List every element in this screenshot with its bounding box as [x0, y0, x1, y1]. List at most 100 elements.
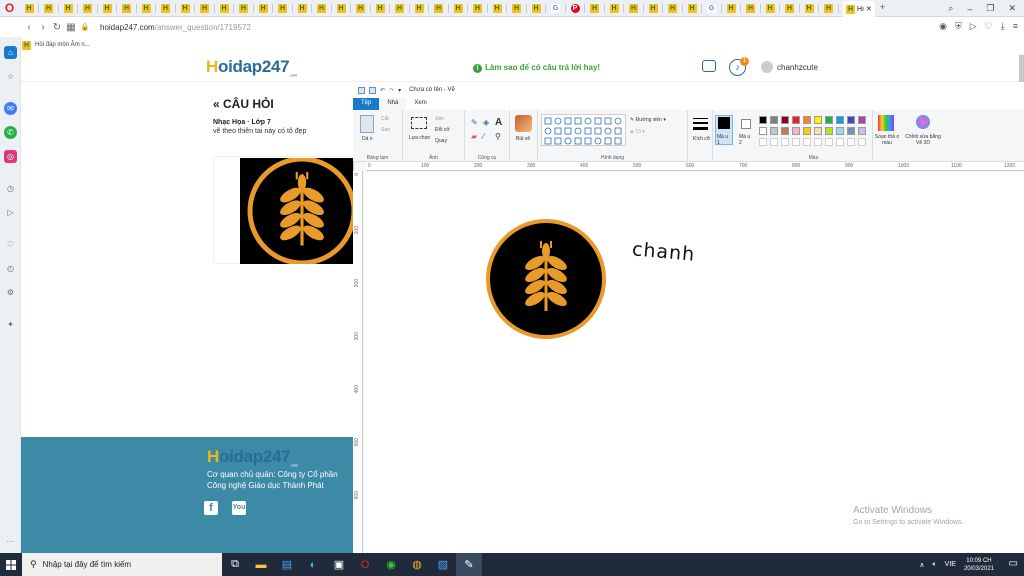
browser-tab[interactable]: G — [549, 2, 563, 15]
youtube-icon[interactable]: You — [232, 501, 246, 515]
browser-tab[interactable]: H — [432, 2, 446, 15]
browser-tab[interactable]: H — [685, 2, 699, 15]
browser-tab[interactable]: H — [100, 2, 114, 15]
edge-icon[interactable]: ◐ — [300, 553, 326, 576]
volume-icon[interactable]: 🔈︎ — [932, 561, 936, 569]
site-logo[interactable]: Hoidap247.com — [206, 57, 297, 77]
palette-swatch[interactable] — [858, 116, 866, 124]
question-image[interactable] — [240, 158, 355, 264]
browser-tab[interactable]: H — [666, 2, 680, 15]
brush-icon[interactable] — [515, 115, 532, 132]
fill-button[interactable]: ◈ Tô ▾ — [630, 129, 645, 135]
clock-icon[interactable]: ◷ — [4, 182, 17, 195]
outline-button[interactable]: ✎ Đường viền ▾ — [630, 117, 666, 123]
question-subject[interactable]: Nhạc Họa · Lớp 7 — [213, 119, 306, 126]
whatsapp-icon[interactable]: ✆ — [4, 126, 17, 139]
text-tool-icon[interactable]: A — [495, 117, 502, 128]
palette-swatch[interactable] — [792, 116, 800, 124]
bulb-icon[interactable]: ✦ — [4, 318, 17, 331]
language-indicator[interactable]: VIE — [945, 561, 956, 568]
crop-button[interactable]: Xén — [435, 116, 444, 122]
shape-option[interactable] — [604, 117, 612, 125]
play-icon[interactable]: ▷ — [970, 21, 977, 32]
shape-option[interactable] — [564, 117, 572, 125]
palette-empty-swatch[interactable] — [814, 138, 822, 146]
browser-tab[interactable]: H — [139, 2, 153, 15]
browser-tab[interactable]: H — [373, 2, 387, 15]
paint-canvas[interactable] — [364, 172, 1024, 553]
palette-empty-swatch[interactable] — [792, 138, 800, 146]
fill-bucket-icon[interactable]: ◈ — [483, 118, 489, 127]
more-icon[interactable]: ··· — [4, 535, 17, 548]
settings-icon[interactable]: ⚙ — [4, 286, 17, 299]
palette-empty-swatch[interactable] — [803, 138, 811, 146]
magnifier-icon[interactable]: ⚲ — [495, 132, 501, 141]
browser-tab[interactable]: G — [705, 2, 719, 15]
palette-swatch[interactable] — [847, 116, 855, 124]
username[interactable]: chanhzcute — [777, 63, 818, 72]
browser-tab[interactable]: H — [354, 2, 368, 15]
cut-button[interactable]: Cắt — [381, 116, 389, 122]
copy-button[interactable]: Sao — [381, 127, 390, 133]
browser-tab[interactable]: H — [256, 2, 270, 15]
palette-swatch[interactable] — [803, 116, 811, 124]
clock[interactable]: 10:09 CH 20/03/2021 — [964, 557, 994, 573]
browser-tab[interactable]: H — [217, 2, 231, 15]
palette-swatch[interactable] — [792, 127, 800, 135]
avatar[interactable] — [761, 61, 773, 73]
shape-option[interactable] — [604, 127, 612, 135]
maximize-icon[interactable]: ❐ — [986, 3, 994, 14]
size-button[interactable]: Kích cỡ — [693, 136, 710, 142]
palette-empty-swatch[interactable] — [770, 138, 778, 146]
heart-sidebar-icon[interactable]: ♡ — [4, 238, 17, 251]
palette-swatch[interactable] — [770, 127, 778, 135]
browser-tab[interactable]: H — [315, 2, 329, 15]
browser-tab[interactable]: H — [159, 2, 173, 15]
shape-option[interactable] — [614, 137, 622, 145]
shape-option[interactable] — [544, 127, 552, 135]
forward-icon[interactable]: › — [36, 22, 50, 33]
shape-option[interactable] — [594, 127, 602, 135]
browser-tab[interactable]: H — [178, 2, 192, 15]
search-tabs-icon[interactable]: ⌕ — [948, 3, 953, 14]
minimize-icon[interactable]: – — [967, 4, 972, 14]
shape-option[interactable] — [594, 117, 602, 125]
palette-empty-swatch[interactable] — [825, 138, 833, 146]
shape-option[interactable] — [564, 127, 572, 135]
palette-swatch[interactable] — [825, 116, 833, 124]
paste-label[interactable]: Dá n — [362, 136, 373, 142]
close-tab-icon[interactable]: ✕ — [866, 5, 872, 13]
shield-icon[interactable]: ⛨ — [955, 21, 962, 32]
start-button[interactable] — [0, 553, 22, 576]
select-button[interactable]: Lựa chọn — [409, 135, 430, 141]
shape-option[interactable] — [584, 117, 592, 125]
shape-gallery[interactable] — [541, 114, 626, 146]
menu-icon[interactable]: ≡ — [1013, 21, 1018, 32]
browser-tab[interactable]: H — [724, 2, 738, 15]
tip-link[interactable]: ! Làm sao để có câu trả lời hay! — [473, 63, 600, 73]
camera-icon[interactable]: ◉ — [939, 21, 947, 32]
palette-swatch[interactable] — [803, 127, 811, 135]
shape-option[interactable] — [554, 127, 562, 135]
tab-view[interactable]: Xem — [406, 98, 434, 110]
instagram-icon[interactable]: ◎ — [4, 150, 17, 163]
browser-tab[interactable]: H — [822, 2, 836, 15]
palette-swatch[interactable] — [781, 127, 789, 135]
shape-option[interactable] — [554, 137, 562, 145]
brush-button[interactable]: Bút vẽ — [516, 136, 530, 142]
shape-option[interactable] — [574, 137, 582, 145]
camera-app-icon[interactable]: ▣ — [326, 553, 352, 576]
close-window-icon[interactable]: ✕ — [1008, 3, 1016, 14]
zalo-icon[interactable]: ◉ — [378, 553, 404, 576]
shape-option[interactable] — [554, 117, 562, 125]
browser-tab[interactable]: H — [120, 2, 134, 15]
browser-tab[interactable]: H — [295, 2, 309, 15]
photos-icon[interactable]: ▨ — [430, 553, 456, 576]
browser-tab[interactable]: H — [490, 2, 504, 15]
send-icon[interactable]: ▷ — [4, 206, 17, 219]
palette-empty-swatch[interactable] — [836, 138, 844, 146]
footer-logo[interactable]: Hoidap247.com — [207, 447, 298, 467]
edit-colors-icon[interactable] — [878, 115, 894, 131]
palette-swatch[interactable] — [836, 116, 844, 124]
history-icon[interactable]: ◴ — [4, 262, 17, 275]
